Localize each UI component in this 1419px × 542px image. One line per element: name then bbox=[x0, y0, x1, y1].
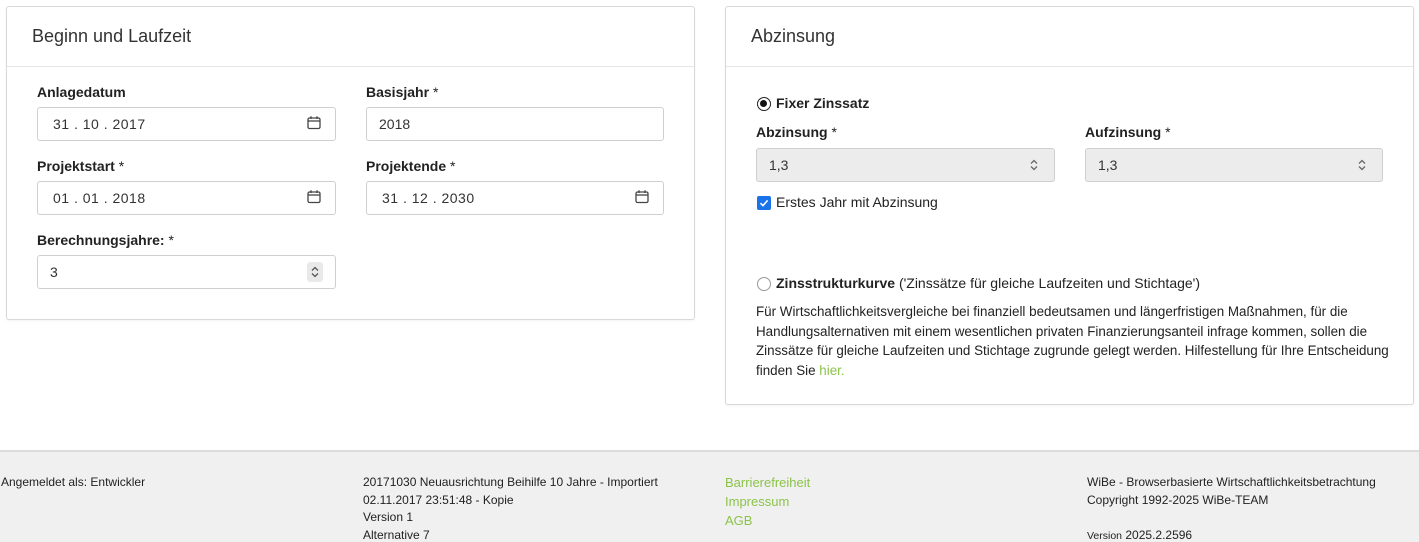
abzinsung-label: Abzinsung * bbox=[756, 124, 837, 140]
aufzinsung-input[interactable]: 1,3 bbox=[1085, 148, 1383, 182]
calendar-icon[interactable] bbox=[635, 190, 649, 207]
beginn-laufzeit-title: Beginn und Laufzeit bbox=[7, 7, 694, 67]
aufzinsung-value: 1,3 bbox=[1098, 157, 1118, 173]
beginn-laufzeit-card: Beginn und Laufzeit Anlagedatum 31 . 10 … bbox=[6, 6, 695, 320]
calendar-icon[interactable] bbox=[307, 116, 321, 133]
footer: Angemeldet als: Entwickler 20171030 Neua… bbox=[0, 450, 1419, 542]
erstes-jahr-checkbox[interactable] bbox=[757, 196, 771, 210]
berechnungsjahre-input[interactable]: 3 bbox=[37, 255, 336, 289]
abzinsung-value: 1,3 bbox=[769, 157, 789, 173]
stepper-icon[interactable] bbox=[307, 262, 323, 282]
zinsstrukturkurve-label: Zinsstrukturkurve ('Zinssätze für gleich… bbox=[776, 275, 1201, 291]
zinsstruktur-description: Für Wirtschaftlichkeitsvergleiche bei fi… bbox=[756, 304, 1389, 378]
projektende-input[interactable]: 31 . 12 . 2030 bbox=[366, 181, 664, 215]
barrierefreiheit-link[interactable]: Barrierefreiheit bbox=[725, 473, 810, 492]
logged-in-user: Angemeldet als: Entwickler bbox=[1, 475, 146, 489]
agb-link[interactable]: AGB bbox=[725, 511, 810, 530]
stepper-icon[interactable] bbox=[1026, 155, 1042, 175]
basisjahr-value: 2018 bbox=[379, 116, 411, 132]
stepper-icon[interactable] bbox=[1354, 155, 1370, 175]
abzinsung-input[interactable]: 1,3 bbox=[756, 148, 1055, 182]
projektende-label: Projektende * bbox=[366, 158, 456, 174]
basisjahr-label: Basisjahr * bbox=[366, 84, 439, 100]
fixer-zinssatz-radio[interactable] bbox=[757, 97, 771, 111]
abzinsung-title: Abzinsung bbox=[726, 7, 1413, 67]
app-info: WiBe - Browserbasierte Wirtschaftlichkei… bbox=[1087, 474, 1376, 542]
impressum-link[interactable]: Impressum bbox=[725, 492, 810, 511]
hier-link[interactable]: hier. bbox=[819, 363, 844, 378]
abzinsung-card: Abzinsung Fixer Zinssatz Abzinsung * 1,3… bbox=[725, 6, 1414, 405]
berechnungsjahre-value: 3 bbox=[50, 264, 58, 280]
anlagedatum-label: Anlagedatum bbox=[37, 84, 126, 100]
version-info: Version 2025.2.2596 bbox=[1087, 528, 1193, 542]
zinsstrukturkurve-radio[interactable] bbox=[757, 277, 771, 291]
footer-links: Barrierefreiheit Impressum AGB bbox=[725, 473, 810, 530]
projektstart-input[interactable]: 01 . 01 . 2018 bbox=[37, 181, 336, 215]
calendar-icon[interactable] bbox=[307, 190, 321, 207]
projektstart-value: 01 . 01 . 2018 bbox=[53, 190, 146, 206]
erstes-jahr-label: Erstes Jahr mit Abzinsung bbox=[776, 194, 938, 210]
fixer-zinssatz-label: Fixer Zinssatz bbox=[776, 95, 870, 111]
anlagedatum-value: 31 . 10 . 2017 bbox=[53, 116, 146, 132]
basisjahr-input[interactable]: 2018 bbox=[366, 107, 664, 141]
project-info: 20171030 Neuausrichtung Beihilfe 10 Jahr… bbox=[363, 475, 658, 542]
checkmark-icon bbox=[759, 199, 769, 207]
berechnungsjahre-label: Berechnungsjahre: * bbox=[37, 232, 174, 248]
projektende-value: 31 . 12 . 2030 bbox=[382, 190, 475, 206]
projektstart-label: Projektstart * bbox=[37, 158, 125, 174]
aufzinsung-label: Aufzinsung * bbox=[1085, 124, 1171, 140]
anlagedatum-input[interactable]: 31 . 10 . 2017 bbox=[37, 107, 336, 141]
